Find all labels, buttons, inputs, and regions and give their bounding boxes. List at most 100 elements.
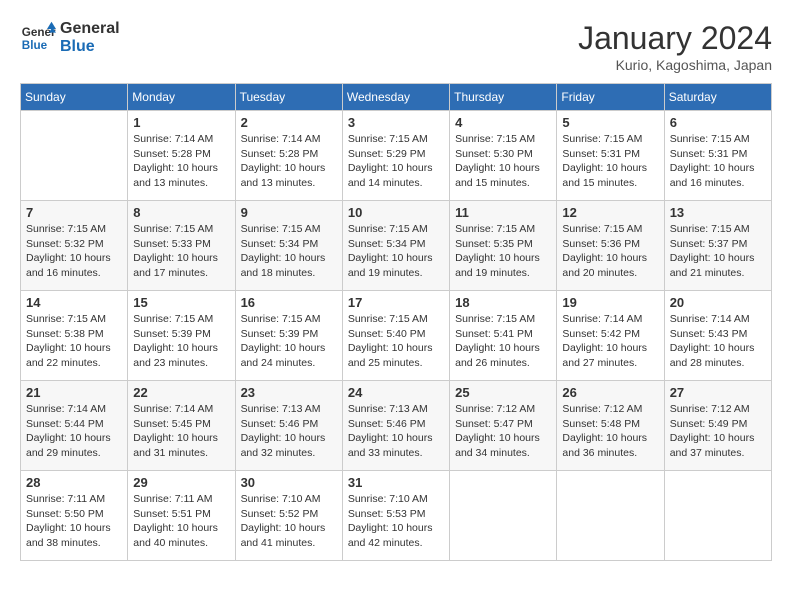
day-info: Sunrise: 7:15 AM Sunset: 5:35 PM Dayligh… — [455, 222, 551, 281]
day-number: 2 — [241, 115, 337, 130]
header-cell-thursday: Thursday — [450, 84, 557, 111]
day-info: Sunrise: 7:14 AM Sunset: 5:43 PM Dayligh… — [670, 312, 766, 371]
day-info: Sunrise: 7:13 AM Sunset: 5:46 PM Dayligh… — [348, 402, 444, 461]
day-number: 6 — [670, 115, 766, 130]
day-info: Sunrise: 7:15 AM Sunset: 5:36 PM Dayligh… — [562, 222, 658, 281]
week-row-1: 7 Sunrise: 7:15 AM Sunset: 5:32 PM Daylig… — [21, 201, 772, 291]
day-info: Sunrise: 7:13 AM Sunset: 5:46 PM Dayligh… — [241, 402, 337, 461]
calendar-header: SundayMondayTuesdayWednesdayThursdayFrid… — [21, 84, 772, 111]
day-cell: 4 Sunrise: 7:15 AM Sunset: 5:30 PM Daylig… — [450, 111, 557, 201]
day-info: Sunrise: 7:15 AM Sunset: 5:31 PM Dayligh… — [670, 132, 766, 191]
day-cell — [664, 471, 771, 561]
header-row: SundayMondayTuesdayWednesdayThursdayFrid… — [21, 84, 772, 111]
day-info: Sunrise: 7:15 AM Sunset: 5:30 PM Dayligh… — [455, 132, 551, 191]
day-info: Sunrise: 7:15 AM Sunset: 5:32 PM Dayligh… — [26, 222, 122, 281]
day-cell: 30 Sunrise: 7:10 AM Sunset: 5:52 PM Dayli… — [235, 471, 342, 561]
day-info: Sunrise: 7:15 AM Sunset: 5:39 PM Dayligh… — [133, 312, 229, 371]
day-cell: 1Sunrise: 7:14 AM Sunset: 5:28 PM Daylig… — [128, 111, 235, 201]
header-cell-tuesday: Tuesday — [235, 84, 342, 111]
day-info: Sunrise: 7:15 AM Sunset: 5:34 PM Dayligh… — [348, 222, 444, 281]
day-cell: 3Sunrise: 7:15 AM Sunset: 5:29 PM Daylig… — [342, 111, 449, 201]
day-number: 30 — [241, 475, 337, 490]
day-cell: 20Sunrise: 7:14 AM Sunset: 5:43 PM Dayli… — [664, 291, 771, 381]
day-number: 10 — [348, 205, 444, 220]
day-number: 4 — [455, 115, 551, 130]
day-number: 17 — [348, 295, 444, 310]
day-info: Sunrise: 7:15 AM Sunset: 5:41 PM Dayligh… — [455, 312, 551, 371]
day-number: 29 — [133, 475, 229, 490]
page-header: General Blue General Blue January 2024 K… — [20, 20, 772, 73]
day-info: Sunrise: 7:15 AM Sunset: 5:34 PM Dayligh… — [241, 222, 337, 281]
day-number: 18 — [455, 295, 551, 310]
header-cell-friday: Friday — [557, 84, 664, 111]
month-title: January 2024 — [578, 20, 772, 57]
day-cell: 8 Sunrise: 7:15 AM Sunset: 5:33 PM Daylig… — [128, 201, 235, 291]
day-number: 8 — [133, 205, 229, 220]
day-cell: 13Sunrise: 7:15 AM Sunset: 5:37 PM Dayli… — [664, 201, 771, 291]
header-cell-sunday: Sunday — [21, 84, 128, 111]
day-cell: 10 Sunrise: 7:15 AM Sunset: 5:34 PM Dayli… — [342, 201, 449, 291]
day-number: 16 — [241, 295, 337, 310]
day-number: 24 — [348, 385, 444, 400]
day-info: Sunrise: 7:11 AM Sunset: 5:50 PM Dayligh… — [26, 492, 122, 551]
day-number: 21 — [26, 385, 122, 400]
day-info: Sunrise: 7:15 AM Sunset: 5:31 PM Dayligh… — [562, 132, 658, 191]
week-row-2: 14 Sunrise: 7:15 AM Sunset: 5:38 PM Dayli… — [21, 291, 772, 381]
logo-blue: Blue — [60, 38, 120, 56]
day-cell: 2 Sunrise: 7:14 AM Sunset: 5:28 PM Daylig… — [235, 111, 342, 201]
logo-icon: General Blue — [20, 20, 56, 56]
day-info: Sunrise: 7:14 AM Sunset: 5:45 PM Dayligh… — [133, 402, 229, 461]
day-number: 9 — [241, 205, 337, 220]
day-number: 22 — [133, 385, 229, 400]
day-cell: 21Sunrise: 7:14 AM Sunset: 5:44 PM Dayli… — [21, 381, 128, 471]
day-number: 12 — [562, 205, 658, 220]
week-row-0: 1Sunrise: 7:14 AM Sunset: 5:28 PM Daylig… — [21, 111, 772, 201]
day-number: 19 — [562, 295, 658, 310]
day-cell: 23 Sunrise: 7:13 AM Sunset: 5:46 PM Dayli… — [235, 381, 342, 471]
day-cell: 31Sunrise: 7:10 AM Sunset: 5:53 PM Dayli… — [342, 471, 449, 561]
day-number: 13 — [670, 205, 766, 220]
header-cell-monday: Monday — [128, 84, 235, 111]
day-cell: 24 Sunrise: 7:13 AM Sunset: 5:46 PM Dayli… — [342, 381, 449, 471]
day-info: Sunrise: 7:15 AM Sunset: 5:33 PM Dayligh… — [133, 222, 229, 281]
day-info: Sunrise: 7:10 AM Sunset: 5:52 PM Dayligh… — [241, 492, 337, 551]
title-section: January 2024 Kurio, Kagoshima, Japan — [578, 20, 772, 73]
day-info: Sunrise: 7:12 AM Sunset: 5:49 PM Dayligh… — [670, 402, 766, 461]
calendar-body: 1Sunrise: 7:14 AM Sunset: 5:28 PM Daylig… — [21, 111, 772, 561]
day-cell: 27Sunrise: 7:12 AM Sunset: 5:49 PM Dayli… — [664, 381, 771, 471]
day-cell: 28 Sunrise: 7:11 AM Sunset: 5:50 PM Dayli… — [21, 471, 128, 561]
day-info: Sunrise: 7:14 AM Sunset: 5:28 PM Dayligh… — [133, 132, 229, 191]
day-number: 15 — [133, 295, 229, 310]
day-cell: 14 Sunrise: 7:15 AM Sunset: 5:38 PM Dayli… — [21, 291, 128, 381]
day-cell: 26Sunrise: 7:12 AM Sunset: 5:48 PM Dayli… — [557, 381, 664, 471]
day-number: 28 — [26, 475, 122, 490]
day-number: 23 — [241, 385, 337, 400]
day-number: 3 — [348, 115, 444, 130]
day-number: 5 — [562, 115, 658, 130]
day-info: Sunrise: 7:14 AM Sunset: 5:28 PM Dayligh… — [241, 132, 337, 191]
day-cell: 7 Sunrise: 7:15 AM Sunset: 5:32 PM Daylig… — [21, 201, 128, 291]
day-cell: 11 Sunrise: 7:15 AM Sunset: 5:35 PM Dayli… — [450, 201, 557, 291]
day-cell: 15 Sunrise: 7:15 AM Sunset: 5:39 PM Dayli… — [128, 291, 235, 381]
day-cell: 29Sunrise: 7:11 AM Sunset: 5:51 PM Dayli… — [128, 471, 235, 561]
day-number: 31 — [348, 475, 444, 490]
day-cell: 17 Sunrise: 7:15 AM Sunset: 5:40 PM Dayli… — [342, 291, 449, 381]
day-cell: 9 Sunrise: 7:15 AM Sunset: 5:34 PM Daylig… — [235, 201, 342, 291]
day-cell: 22 Sunrise: 7:14 AM Sunset: 5:45 PM Dayli… — [128, 381, 235, 471]
day-info: Sunrise: 7:15 AM Sunset: 5:40 PM Dayligh… — [348, 312, 444, 371]
svg-text:Blue: Blue — [22, 39, 48, 52]
day-cell — [450, 471, 557, 561]
day-cell: 16 Sunrise: 7:15 AM Sunset: 5:39 PM Dayli… — [235, 291, 342, 381]
location-subtitle: Kurio, Kagoshima, Japan — [578, 57, 772, 73]
calendar-table: SundayMondayTuesdayWednesdayThursdayFrid… — [20, 83, 772, 561]
day-info: Sunrise: 7:15 AM Sunset: 5:38 PM Dayligh… — [26, 312, 122, 371]
week-row-4: 28 Sunrise: 7:11 AM Sunset: 5:50 PM Dayli… — [21, 471, 772, 561]
day-cell: 5 Sunrise: 7:15 AM Sunset: 5:31 PM Daylig… — [557, 111, 664, 201]
day-number: 14 — [26, 295, 122, 310]
logo: General Blue General Blue — [20, 20, 120, 56]
day-number: 7 — [26, 205, 122, 220]
day-cell: 12 Sunrise: 7:15 AM Sunset: 5:36 PM Dayli… — [557, 201, 664, 291]
day-info: Sunrise: 7:15 AM Sunset: 5:39 PM Dayligh… — [241, 312, 337, 371]
day-number: 11 — [455, 205, 551, 220]
day-cell — [21, 111, 128, 201]
